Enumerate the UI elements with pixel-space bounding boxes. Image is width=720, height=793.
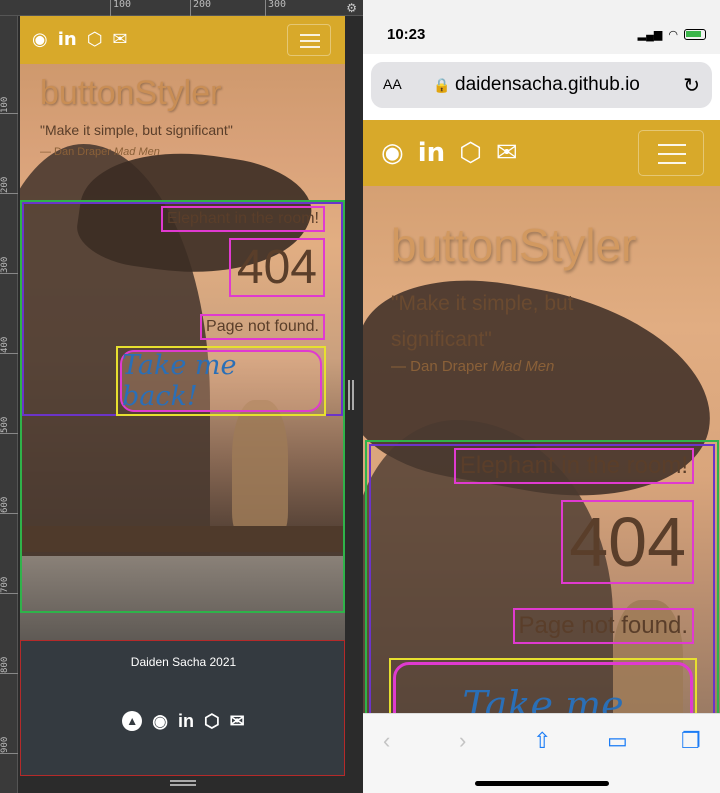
- status-indicators: ▂▄▆ ◠: [638, 28, 706, 41]
- ruler-tick: 500: [0, 406, 18, 434]
- quote-author: — Dan Draper Mad Men: [40, 146, 160, 158]
- resize-handle-bottom[interactable]: [170, 780, 196, 786]
- ruler-tick: 900: [0, 726, 18, 754]
- ruler-top: 100 200 300 ⚙: [0, 0, 363, 16]
- ruler-tick: 300: [0, 246, 18, 274]
- footer-copyright: Daiden Sacha 2021: [130, 655, 237, 669]
- ruler-tick: 200: [0, 166, 18, 194]
- ruler-tick: 700: [0, 566, 18, 594]
- ruler-tick: 800: [0, 646, 18, 674]
- iphone-safari: 10:23 ▂▄▆ ◠ AA 🔒 daidensacha.github.io ↻…: [363, 0, 720, 793]
- error-code: 404: [561, 500, 694, 584]
- battery-icon: [684, 29, 706, 40]
- back-icon[interactable]: ‹: [383, 728, 390, 754]
- home-indicator: [475, 781, 609, 786]
- elephant-heading: Elephant in the room!: [453, 448, 694, 484]
- up-icon[interactable]: ▲: [122, 711, 143, 731]
- site-title: buttonStyler: [40, 74, 222, 112]
- footer: Daiden Sacha 2021 ▲ ◉ in ⬡ ✉: [20, 640, 345, 776]
- page-viewport: ◉ in ⬡ ✉ buttonStyler "Make it simple, b…: [363, 120, 720, 713]
- site-title: buttonStyler: [391, 219, 637, 271]
- quote-text: "Make it simple, but significant": [391, 292, 574, 351]
- quote-author: — Dan Draper Mad Men: [391, 358, 555, 375]
- ruler-tick: 100: [0, 86, 18, 114]
- not-found-text: Page not found.: [200, 314, 325, 340]
- ruler-tick: 400: [0, 326, 18, 354]
- ruler-tick: 100: [110, 0, 131, 16]
- mail-icon[interactable]: ✉: [230, 711, 245, 732]
- github-icon[interactable]: ◉: [152, 711, 168, 732]
- url-text[interactable]: daidensacha.github.io: [455, 74, 640, 96]
- lock-icon: 🔒: [433, 77, 451, 93]
- navbar: ◉ in ⬡ ✉: [363, 120, 720, 186]
- mail-icon[interactable]: ✉: [112, 31, 127, 49]
- not-found-text: Page not found.: [512, 608, 694, 644]
- github-icon[interactable]: ◉: [381, 138, 404, 168]
- take-me-back-button[interactable]: Take me back!: [120, 350, 322, 412]
- linkedin-icon[interactable]: in: [178, 711, 194, 732]
- ruler-tick: 300: [265, 0, 286, 16]
- codepen-icon[interactable]: ⬡: [204, 711, 220, 732]
- resize-handle-right[interactable]: [348, 380, 354, 410]
- share-icon[interactable]: ⇧: [533, 728, 551, 754]
- mail-icon[interactable]: ✉: [496, 138, 518, 168]
- page-viewport: ◉ in ⬡ ✉ buttonStyler "Make it simple, b…: [20, 16, 345, 776]
- settings-icon[interactable]: ⚙: [346, 1, 357, 15]
- codepen-icon[interactable]: ⬡: [459, 138, 482, 168]
- codepen-icon[interactable]: ⬡: [87, 31, 103, 49]
- wifi-icon: ◠: [668, 29, 678, 41]
- status-time: 10:23: [387, 26, 426, 43]
- signal-icon: ▂▄▆: [637, 29, 663, 41]
- quote-text: "Make it simple, but significant": [40, 122, 233, 138]
- reload-icon[interactable]: ↻: [683, 73, 700, 98]
- status-bar: 10:23 ▂▄▆ ◠: [363, 0, 720, 54]
- tabs-icon[interactable]: ❐: [681, 728, 701, 754]
- github-icon[interactable]: ◉: [32, 31, 48, 49]
- ruler-tick: 200: [190, 0, 211, 16]
- error-code: 404: [228, 238, 325, 297]
- bookmarks-icon[interactable]: ▭: [607, 728, 628, 754]
- devtools-responsive-preview: 100 200 300 ⚙ 100 200 300 400 500 600 70…: [0, 0, 363, 793]
- address-bar[interactable]: AA 🔒 daidensacha.github.io ↻: [371, 62, 712, 108]
- safari-toolbar: ‹ › ⇧ ▭ ❐: [363, 713, 720, 793]
- linkedin-icon[interactable]: in: [58, 31, 77, 49]
- hamburger-menu-button[interactable]: [638, 130, 704, 176]
- reader-mode-button[interactable]: AA: [383, 76, 402, 92]
- take-me-back-button[interactable]: Take me: [393, 662, 693, 713]
- ruler-tick: 600: [0, 486, 18, 514]
- forward-icon[interactable]: ›: [459, 728, 466, 754]
- ruler-left: 100 200 300 400 500 600 700 800 900: [0, 16, 18, 793]
- navbar: ◉ in ⬡ ✉: [20, 16, 345, 64]
- footer-icons: ▲ ◉ in ⬡ ✉: [21, 711, 345, 732]
- linkedin-icon[interactable]: in: [418, 138, 445, 168]
- screenshot-root: 100 200 300 ⚙ 100 200 300 400 500 600 70…: [0, 0, 720, 793]
- elephant-heading: Elephant in the room!: [160, 206, 325, 232]
- hamburger-menu-button[interactable]: [287, 24, 331, 56]
